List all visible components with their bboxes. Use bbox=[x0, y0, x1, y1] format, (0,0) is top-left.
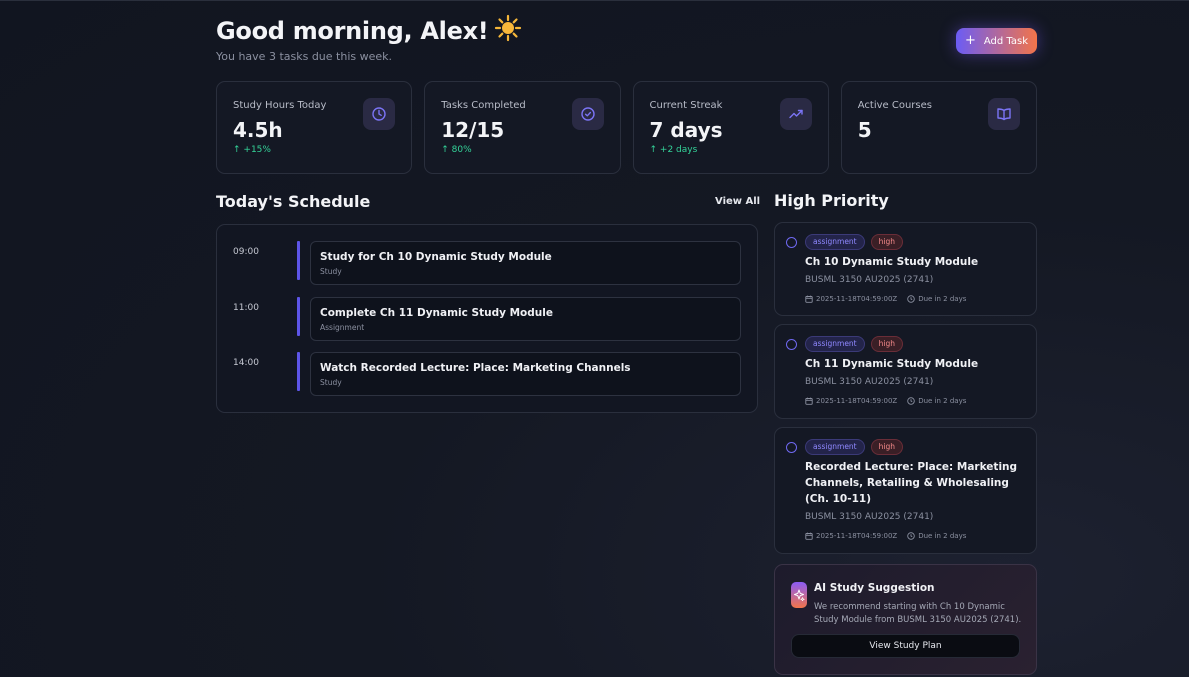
greeting-text: Good morning, Alex! bbox=[216, 17, 489, 45]
task-tags: assignment high bbox=[805, 234, 903, 250]
clock-icon bbox=[907, 295, 915, 303]
schedule-item: 11:00 Complete Ch 11 Dynamic Study Modul… bbox=[217, 297, 757, 341]
stats-row: Study Hours Today 4.5h ↑ +15% Tasks Comp… bbox=[216, 81, 1037, 174]
task-meta: 2025-11-18T04:59:00Z Due in 2 days bbox=[805, 532, 966, 540]
priority-task-card[interactable]: assignment high Ch 10 Dynamic Study Modu… bbox=[774, 222, 1037, 316]
task-date-text: 2025-11-18T04:59:00Z bbox=[816, 295, 898, 303]
ai-suggestion-text: We recommend starting with Ch 10 Dynamic… bbox=[814, 602, 1022, 625]
task-date: 2025-11-18T04:59:00Z bbox=[805, 295, 897, 303]
task-due-text: Due in 2 days bbox=[918, 295, 967, 303]
stat-value: 5 bbox=[857, 118, 872, 142]
high-priority-title: High Priority bbox=[774, 191, 889, 210]
task-date: 2025-11-18T04:59:00Z bbox=[805, 397, 897, 405]
ai-suggestion-card: AI Study Suggestion We recommend startin… bbox=[774, 564, 1037, 675]
priority-badge: high bbox=[870, 439, 903, 455]
task-course: BUSML 3150 AU2025 (2741) bbox=[805, 377, 934, 387]
stat-label: Study Hours Today bbox=[233, 100, 327, 111]
schedule-item-type: Assignment bbox=[320, 323, 365, 332]
task-course: BUSML 3150 AU2025 (2741) bbox=[805, 512, 934, 522]
stat-value: 7 days bbox=[649, 118, 723, 142]
schedule-title: Today's Schedule bbox=[216, 192, 371, 211]
task-checkbox[interactable] bbox=[786, 339, 797, 350]
stat-delta: ↑ +15% bbox=[233, 145, 271, 155]
plus-icon: + bbox=[964, 33, 976, 48]
clock-icon bbox=[907, 532, 915, 540]
priority-task-card[interactable]: assignment high Ch 11 Dynamic Study Modu… bbox=[774, 324, 1037, 419]
task-date: 2025-11-18T04:59:00Z bbox=[805, 532, 897, 540]
task-title: Recorded Lecture: Place: Marketing Chann… bbox=[805, 461, 1018, 505]
schedule-time: 09:00 bbox=[233, 247, 259, 257]
schedule-card[interactable]: Complete Ch 11 Dynamic Study Module Assi… bbox=[310, 297, 741, 341]
stat-delta: ↑ 80% bbox=[441, 145, 472, 155]
task-title: Ch 10 Dynamic Study Module bbox=[805, 256, 979, 268]
task-due-text: Due in 2 days bbox=[918, 532, 967, 540]
priority-badge: high bbox=[870, 336, 903, 352]
task-meta: 2025-11-18T04:59:00Z Due in 2 days bbox=[805, 295, 966, 303]
calendar-icon bbox=[805, 532, 813, 540]
schedule-item-title: Study for Ch 10 Dynamic Study Module bbox=[320, 251, 552, 263]
stat-label: Tasks Completed bbox=[441, 100, 526, 111]
type-badge: assignment bbox=[805, 234, 865, 250]
calendar-icon bbox=[805, 295, 813, 303]
schedule-indicator bbox=[297, 352, 300, 391]
schedule-item-type: Study bbox=[320, 267, 342, 276]
task-due: Due in 2 days bbox=[907, 295, 966, 303]
task-tags: assignment high bbox=[805, 439, 903, 455]
schedule-panel: 09:00 Study for Ch 10 Dynamic Study Modu… bbox=[216, 224, 758, 413]
priority-badge: high bbox=[870, 234, 903, 250]
task-checkbox[interactable] bbox=[786, 237, 797, 248]
stat-value: 4.5h bbox=[233, 118, 283, 142]
task-due: Due in 2 days bbox=[907, 397, 966, 405]
stat-card-study-hours: Study Hours Today 4.5h ↑ +15% bbox=[216, 81, 413, 174]
sun-icon bbox=[494, 14, 522, 42]
schedule-item-title: Watch Recorded Lecture: Place: Marketing… bbox=[320, 362, 631, 374]
stat-value: 12/15 bbox=[441, 118, 505, 142]
trending-up-icon bbox=[779, 98, 812, 130]
stat-label: Active Courses bbox=[857, 100, 932, 111]
schedule-time: 11:00 bbox=[233, 303, 259, 313]
calendar-icon bbox=[805, 397, 813, 405]
view-all-link[interactable]: View All bbox=[715, 196, 760, 207]
dashboard: Good morning, Alex! You have 3 tasks due… bbox=[216, 0, 1037, 677]
stat-label: Current Streak bbox=[649, 100, 723, 111]
task-due-text: Due in 2 days bbox=[918, 397, 967, 405]
page-subtitle: You have 3 tasks due this week. bbox=[216, 50, 393, 63]
stat-card-active-courses: Active Courses 5 bbox=[840, 81, 1037, 174]
add-task-label: Add Task bbox=[983, 35, 1029, 47]
task-course: BUSML 3150 AU2025 (2741) bbox=[805, 275, 934, 285]
schedule-indicator bbox=[297, 297, 300, 336]
book-open-icon bbox=[988, 98, 1020, 130]
view-study-plan-button[interactable]: View Study Plan bbox=[791, 634, 1020, 658]
schedule-card[interactable]: Study for Ch 10 Dynamic Study Module Stu… bbox=[310, 241, 741, 285]
sparkles-icon bbox=[791, 582, 807, 608]
clock-icon bbox=[363, 98, 396, 130]
task-meta: 2025-11-18T04:59:00Z Due in 2 days bbox=[805, 397, 966, 405]
schedule-item-type: Study bbox=[320, 378, 342, 387]
priority-task-card[interactable]: assignment high Recorded Lecture: Place:… bbox=[774, 427, 1037, 554]
task-checkbox[interactable] bbox=[786, 442, 797, 453]
stat-card-tasks-completed: Tasks Completed 12/15 ↑ 80% bbox=[424, 81, 621, 174]
stat-delta: ↑ +2 days bbox=[649, 145, 698, 155]
stat-card-current-streak: Current Streak 7 days ↑ +2 days bbox=[632, 81, 829, 174]
schedule-card[interactable]: Watch Recorded Lecture: Place: Marketing… bbox=[310, 352, 741, 396]
type-badge: assignment bbox=[805, 439, 865, 455]
task-title: Ch 11 Dynamic Study Module bbox=[805, 358, 979, 370]
type-badge: assignment bbox=[805, 336, 865, 352]
task-date-text: 2025-11-18T04:59:00Z bbox=[816, 532, 898, 540]
task-tags: assignment high bbox=[805, 336, 903, 352]
ai-suggestion-title: AI Study Suggestion bbox=[814, 582, 935, 594]
page-title: Good morning, Alex! bbox=[216, 14, 522, 45]
add-task-button[interactable]: + Add Task bbox=[956, 28, 1037, 54]
task-due: Due in 2 days bbox=[907, 532, 966, 540]
schedule-item: 09:00 Study for Ch 10 Dynamic Study Modu… bbox=[217, 241, 757, 285]
check-circle-icon bbox=[571, 98, 604, 130]
clock-icon bbox=[907, 397, 915, 405]
schedule-indicator bbox=[297, 241, 300, 280]
schedule-item-title: Complete Ch 11 Dynamic Study Module bbox=[320, 307, 553, 319]
schedule-item: 14:00 Watch Recorded Lecture: Place: Mar… bbox=[217, 352, 757, 396]
schedule-time: 14:00 bbox=[233, 358, 259, 368]
task-date-text: 2025-11-18T04:59:00Z bbox=[816, 397, 898, 405]
